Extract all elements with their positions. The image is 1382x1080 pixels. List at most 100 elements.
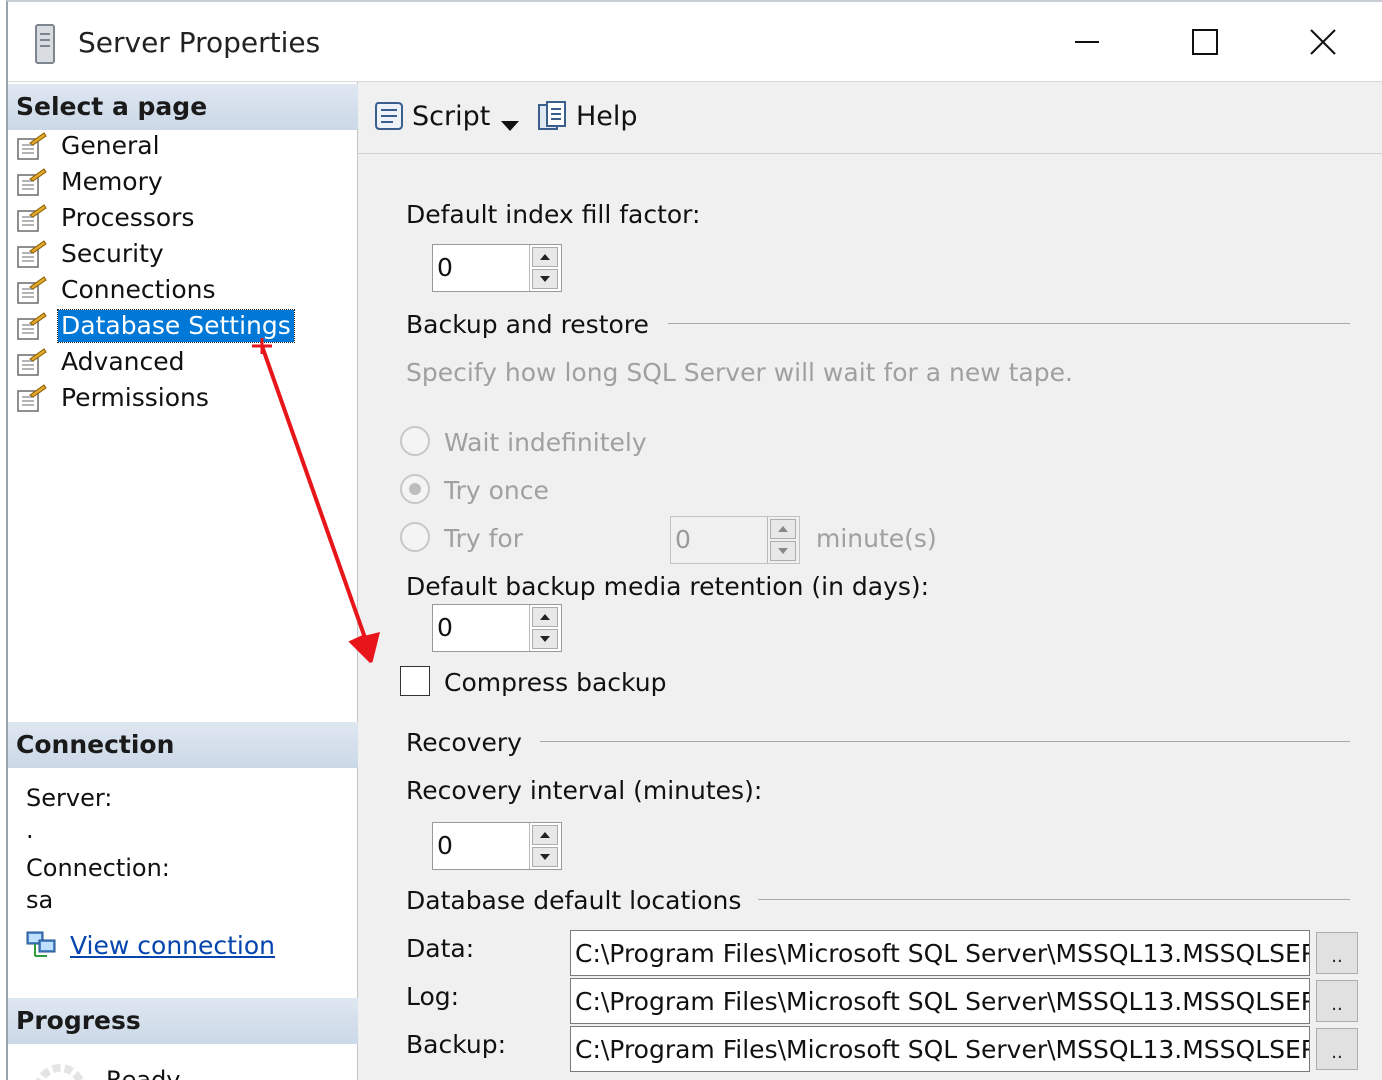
server-label: Server: <box>26 784 113 812</box>
connection-value: sa <box>26 886 54 914</box>
data-path-input[interactable]: C:\Program Files\Microsoft SQL Server\MS… <box>570 930 1310 976</box>
recovery-interval-spinner[interactable]: 0 <box>432 822 562 870</box>
radio-wait-indefinitely-label: Wait indefinitely <box>444 428 647 457</box>
server-value: . <box>26 816 34 844</box>
window-title: Server Properties <box>78 26 321 59</box>
property-page-icon <box>17 312 47 340</box>
property-page-icon <box>17 240 47 268</box>
backup-path-label: Backup: <box>406 1030 507 1059</box>
recovery-interval-value: 0 <box>437 831 453 860</box>
help-label: Help <box>576 100 638 132</box>
server-properties-window: Server Properties Select a page General … <box>6 0 1382 1080</box>
log-browse-button[interactable]: .. <box>1316 980 1358 1022</box>
log-path-input[interactable]: C:\Program Files\Microsoft SQL Server\MS… <box>570 978 1310 1024</box>
spin-down-button[interactable] <box>532 629 558 649</box>
minimize-button[interactable] <box>1028 2 1146 82</box>
title-bar: Server Properties <box>8 2 1382 82</box>
compress-backup-checkbox[interactable] <box>400 666 430 696</box>
connection-label: Connection: <box>26 854 170 882</box>
radio-try-once[interactable] <box>400 474 430 504</box>
spinner-buttons <box>767 517 799 563</box>
group-divider <box>540 741 1350 742</box>
script-label: Script <box>412 100 491 132</box>
page-item-label: Permissions <box>61 383 209 412</box>
spinner-buttons <box>529 605 561 651</box>
page-item-memory[interactable]: Memory <box>8 164 358 200</box>
spin-up-button[interactable] <box>532 247 558 267</box>
page-item-connections[interactable]: Connections <box>8 272 358 308</box>
select-page-header: Select a page <box>8 84 358 130</box>
page-item-processors[interactable]: Processors <box>8 200 358 236</box>
fill-factor-spinner[interactable]: 0 <box>432 244 562 292</box>
page-item-permissions[interactable]: Permissions <box>8 380 358 416</box>
left-pane: Select a page General Memory Processors … <box>8 82 358 1080</box>
close-button[interactable] <box>1264 2 1382 82</box>
compress-backup-label: Compress backup <box>444 668 667 697</box>
maximize-button[interactable] <box>1146 2 1264 82</box>
connection-header: Connection <box>8 722 358 768</box>
connection-info: Server: . Connection: sa <box>26 782 170 916</box>
up-arrow-icon <box>540 614 550 620</box>
fill-factor-value: 0 <box>437 253 453 282</box>
page-item-label: Database Settings <box>57 309 295 343</box>
property-page-icon <box>17 276 47 304</box>
spin-up-button[interactable] <box>532 825 558 845</box>
page-item-label: Advanced <box>61 347 185 376</box>
page-item-security[interactable]: Security <box>8 236 358 272</box>
down-arrow-icon <box>540 276 550 282</box>
up-arrow-icon <box>778 526 788 532</box>
retention-spinner[interactable]: 0 <box>432 604 562 652</box>
down-arrow-icon <box>778 548 788 554</box>
spin-down-button[interactable] <box>770 541 796 561</box>
backup-browse-button[interactable]: .. <box>1316 1028 1358 1070</box>
try-for-spinner[interactable]: 0 <box>670 516 800 564</box>
group-divider <box>758 899 1350 900</box>
down-arrow-icon <box>540 636 550 642</box>
spin-down-button[interactable] <box>532 269 558 289</box>
spin-down-button[interactable] <box>532 847 558 867</box>
retention-value: 0 <box>437 613 453 642</box>
property-page-icon <box>17 132 47 160</box>
spin-up-button[interactable] <box>532 607 558 627</box>
maximize-icon <box>1192 29 1218 55</box>
recovery-interval-label: Recovery interval (minutes): <box>406 776 763 805</box>
progress-status-row: Ready <box>32 1060 181 1080</box>
spinner-buttons <box>529 245 561 291</box>
radio-try-for-label: Try for <box>444 524 523 553</box>
toolbar: Script Help <box>358 82 1382 154</box>
settings-pane: Script Help Default index fill factor: 0 <box>358 82 1382 1080</box>
page-item-label: Security <box>61 239 164 268</box>
minimize-icon <box>1075 41 1099 43</box>
log-path-label: Log: <box>406 982 460 1011</box>
view-connection-label[interactable]: View connection <box>70 931 275 960</box>
view-connection-icon <box>26 931 56 957</box>
group-divider <box>668 323 1350 324</box>
help-button[interactable]: Help <box>536 96 638 136</box>
server-icon <box>35 24 55 64</box>
progress-status: Ready <box>106 1066 181 1080</box>
recovery-header: Recovery <box>406 728 522 757</box>
down-arrow-icon <box>540 854 550 860</box>
script-button[interactable]: Script <box>372 96 490 136</box>
backup-restore-header: Backup and restore <box>406 310 649 339</box>
data-browse-button[interactable]: .. <box>1316 932 1358 974</box>
page-item-database-settings[interactable]: Database Settings <box>8 308 358 344</box>
close-icon <box>1310 29 1336 55</box>
backup-path-input[interactable]: C:\Program Files\Microsoft SQL Server\MS… <box>570 1026 1310 1072</box>
progress-spinner-icon <box>36 1064 84 1080</box>
data-path-label: Data: <box>406 934 475 963</box>
fill-factor-label: Default index fill factor: <box>406 200 701 229</box>
up-arrow-icon <box>540 832 550 838</box>
script-icon <box>375 102 403 130</box>
tape-description: Specify how long SQL Server will wait fo… <box>406 358 1073 387</box>
page-item-label: Processors <box>61 203 195 232</box>
view-connection-link[interactable]: View connection <box>26 930 275 960</box>
script-dropdown-button[interactable] <box>500 106 520 146</box>
locations-header: Database default locations <box>406 886 742 915</box>
page-item-general[interactable]: General <box>8 128 358 164</box>
spin-up-button[interactable] <box>770 519 796 539</box>
radio-try-for[interactable] <box>400 522 430 552</box>
spinner-buttons <box>529 823 561 869</box>
page-item-advanced[interactable]: Advanced <box>8 344 358 380</box>
radio-wait-indefinitely[interactable] <box>400 426 430 456</box>
